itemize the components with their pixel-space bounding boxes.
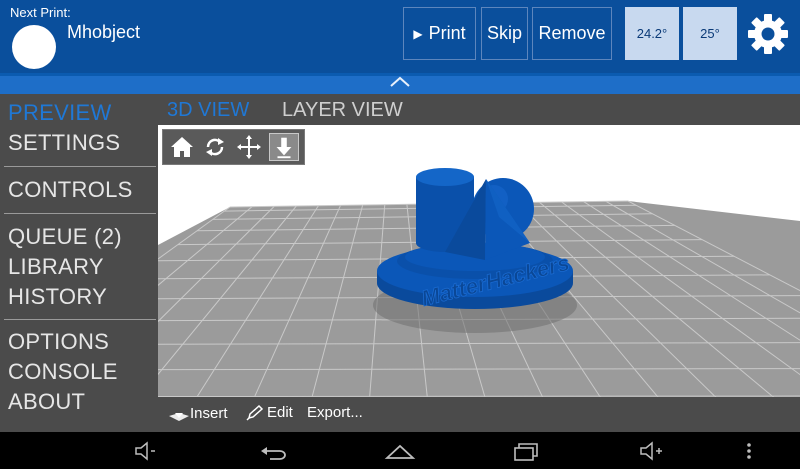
extruder-temperature-value: 24.2° xyxy=(636,26,668,41)
view-mode-toolbar xyxy=(162,129,305,165)
tab-layer-view[interactable]: LAYER VIEW xyxy=(282,99,403,122)
chevron-up-icon[interactable] xyxy=(388,74,412,88)
recent-apps-icon[interactable] xyxy=(512,440,540,462)
skip-button[interactable]: Skip xyxy=(481,7,528,60)
menu-item-console[interactable]: CONSOLE xyxy=(8,359,118,385)
view-tabs: 3D VIEW LAYER VIEW xyxy=(158,94,800,125)
zoom-icon[interactable] xyxy=(269,133,299,161)
part-actions-bar: Insert Edit Export... xyxy=(158,397,800,432)
extruder-temperature[interactable]: 24.2° xyxy=(625,7,679,60)
menu-item-settings[interactable]: SETTINGS xyxy=(8,130,120,156)
volume-up-icon[interactable] xyxy=(638,440,666,462)
next-print-thumbnail[interactable] xyxy=(12,25,56,69)
bed-temperature-value: 25° xyxy=(700,26,720,41)
main-menu: PREVIEW SETTINGS CONTROLS QUEUE (2) LIBR… xyxy=(0,94,158,432)
edit-label: Edit xyxy=(267,404,293,421)
build-plate-scene[interactable]: MatterHackers xyxy=(158,125,800,397)
pencil-icon xyxy=(246,404,264,421)
home-icon[interactable] xyxy=(167,133,197,161)
export-button[interactable]: Export... xyxy=(307,404,363,421)
insert-button[interactable]: Insert xyxy=(168,404,228,422)
print-button-label: Print xyxy=(428,23,466,43)
gear-icon[interactable] xyxy=(746,12,790,56)
print-button[interactable]: ▶ Print xyxy=(403,7,476,60)
next-print-name: Mhobject xyxy=(67,22,141,42)
edit-button[interactable]: Edit xyxy=(246,404,293,421)
menu-divider xyxy=(4,213,156,214)
menu-item-about[interactable]: ABOUT xyxy=(8,389,85,415)
home-nav-icon[interactable] xyxy=(384,440,416,462)
system-navigation-bar xyxy=(0,432,800,469)
menu-divider xyxy=(4,166,156,167)
next-print-label: Next Print: xyxy=(10,5,71,20)
skip-button-label: Skip xyxy=(486,23,522,43)
menu-item-preview[interactable]: PREVIEW xyxy=(8,100,112,126)
remove-button[interactable]: Remove xyxy=(532,7,612,60)
insert-icon xyxy=(169,405,189,421)
menu-divider xyxy=(4,319,156,320)
remove-button-label: Remove xyxy=(538,23,606,43)
menu-item-queue[interactable]: QUEUE (2) xyxy=(8,224,122,250)
menu-item-history[interactable]: HISTORY xyxy=(8,284,107,310)
play-icon: ▶ xyxy=(413,26,423,41)
menu-item-options[interactable]: OPTIONS xyxy=(8,329,109,355)
menu-item-controls[interactable]: CONTROLS xyxy=(8,177,133,203)
volume-down-icon[interactable] xyxy=(133,440,159,462)
rotate-icon[interactable] xyxy=(200,133,230,161)
overflow-menu-icon[interactable] xyxy=(744,440,754,462)
back-icon[interactable] xyxy=(258,440,288,462)
move-icon[interactable] xyxy=(234,133,264,161)
menu-item-library[interactable]: LIBRARY xyxy=(8,254,104,280)
bed-temperature[interactable]: 25° xyxy=(683,7,737,60)
tab-3d-view[interactable]: 3D VIEW xyxy=(167,99,249,122)
3d-viewport[interactable]: MatterHackers xyxy=(158,125,800,397)
top-header: Next Print: Mhobject ▶ Print Skip Remove… xyxy=(0,0,800,73)
insert-label: Insert xyxy=(190,404,228,422)
export-label: Export... xyxy=(307,404,363,421)
